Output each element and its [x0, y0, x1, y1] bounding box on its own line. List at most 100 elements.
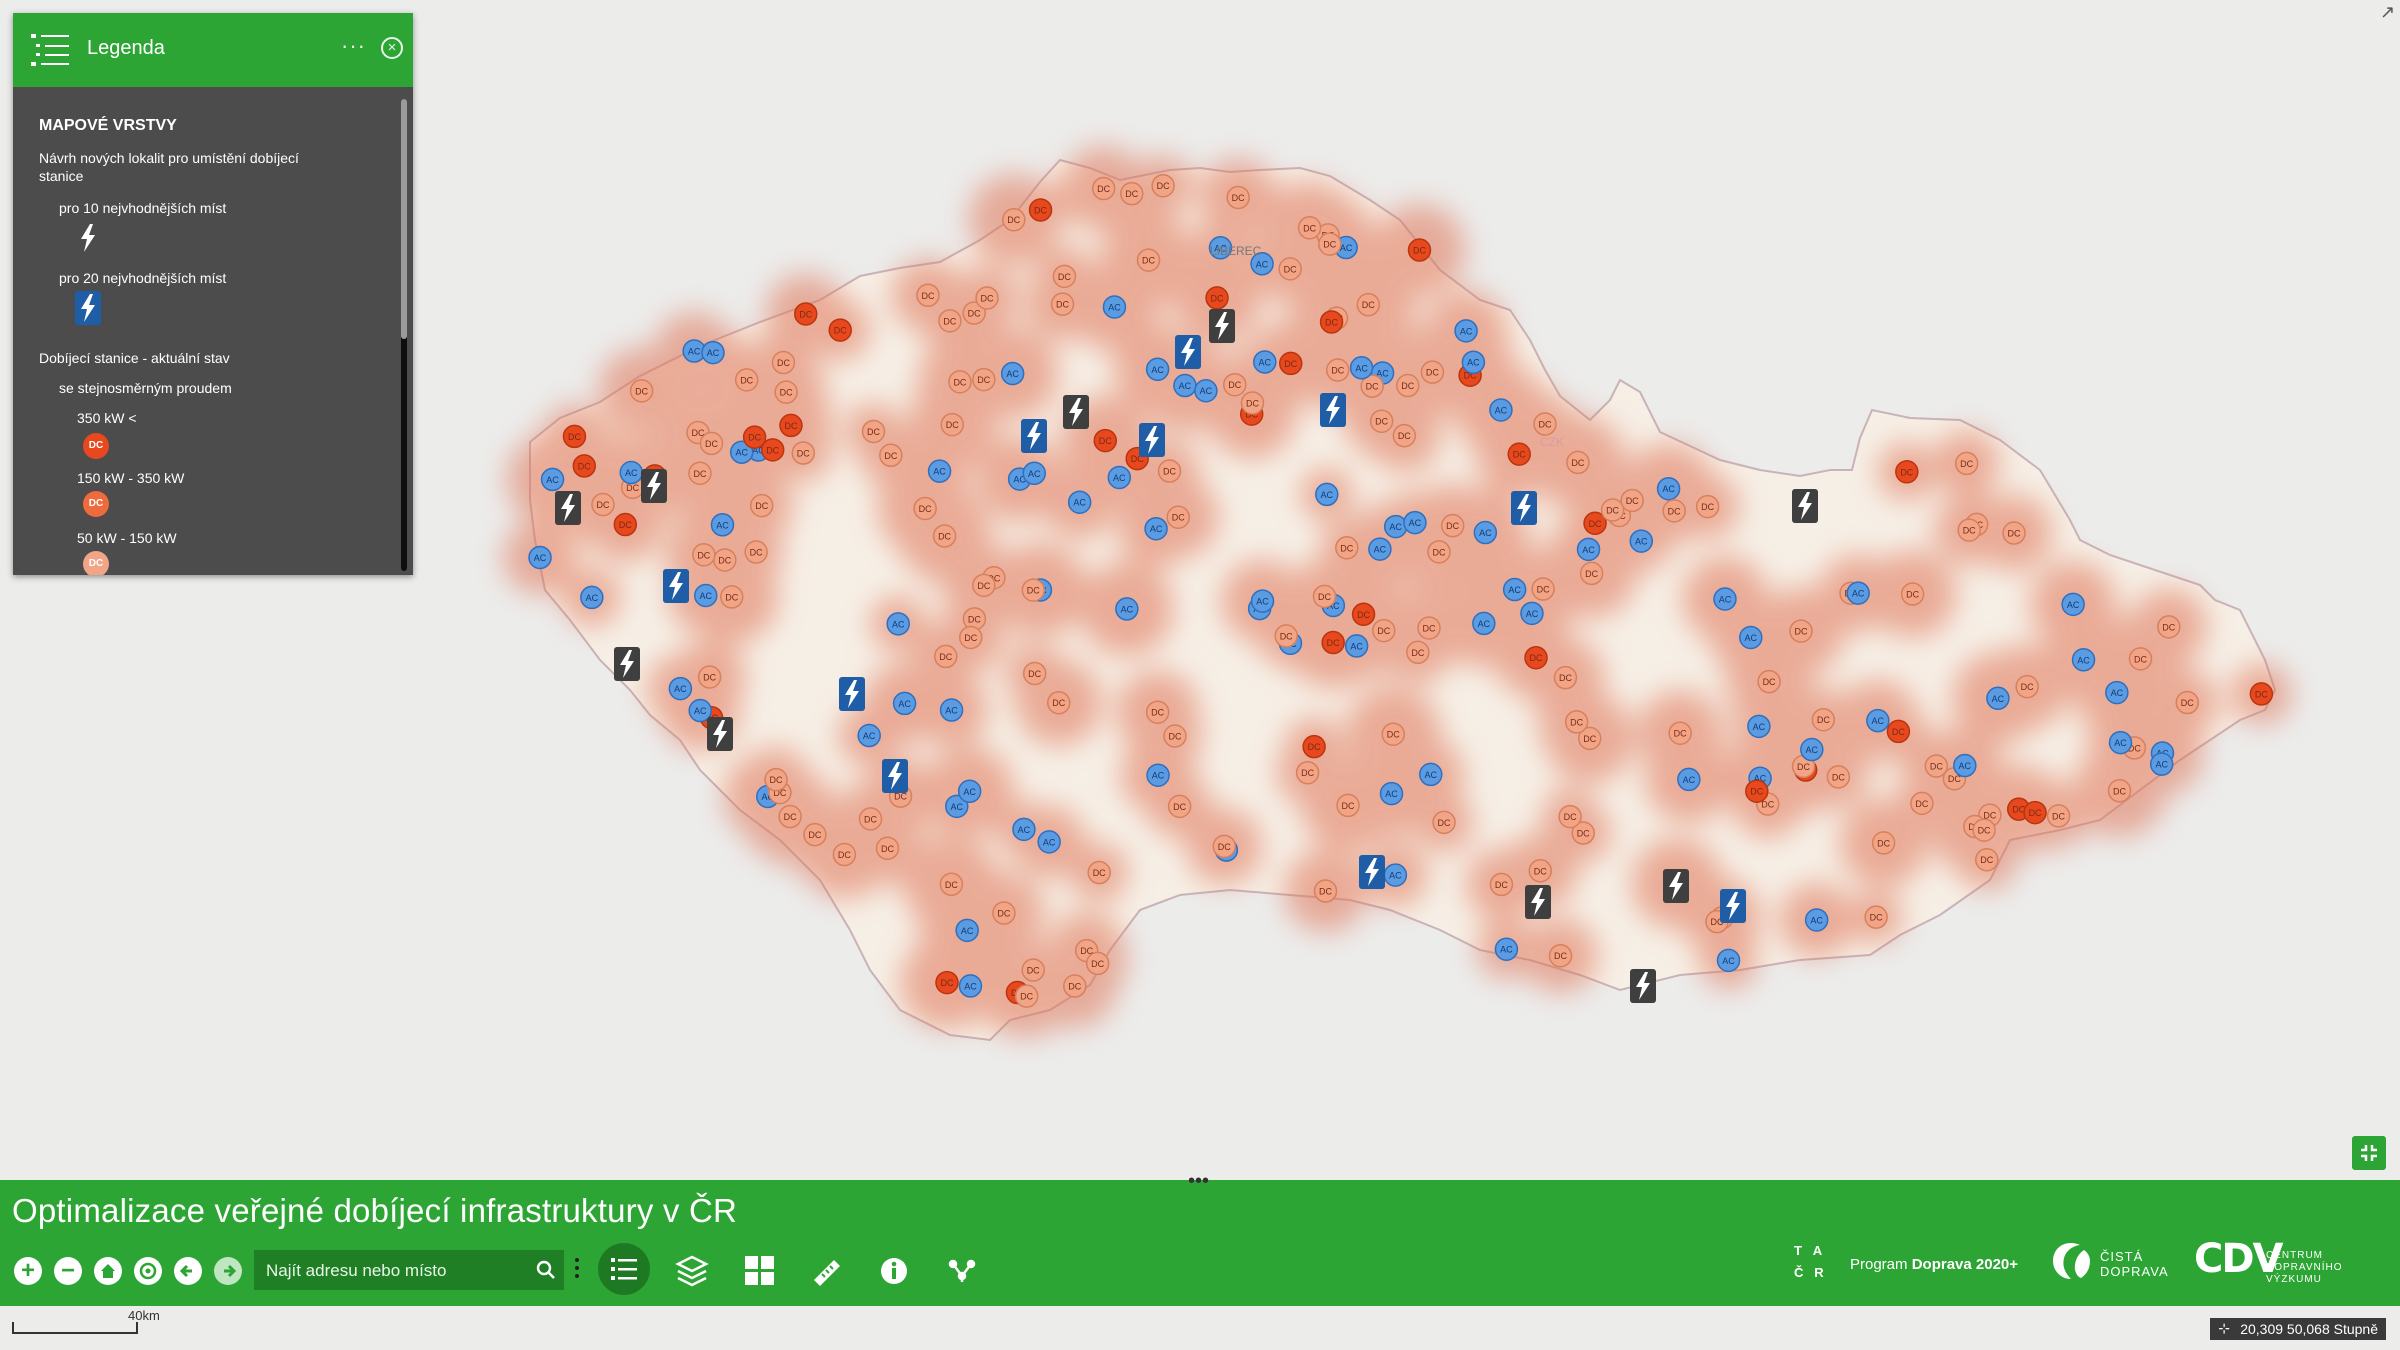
dc-station-marker[interactable]: DC	[975, 286, 999, 310]
dc-station-marker[interactable]: DC	[879, 443, 903, 468]
resize-handle[interactable]: •••	[1188, 1170, 1209, 1193]
dc-station-marker[interactable]: DC	[1620, 488, 1644, 513]
ac-station-marker[interactable]: AC	[1115, 597, 1139, 621]
dc-station-marker[interactable]: DC	[1356, 292, 1381, 317]
dc-station-marker[interactable]: DC	[2015, 674, 2039, 699]
dc-station-marker[interactable]: DC	[861, 419, 886, 444]
dc-station-marker[interactable]: DC	[972, 367, 996, 392]
ac-station-marker[interactable]: AC	[1747, 714, 1771, 739]
ac-station-marker[interactable]: AC	[1576, 537, 1601, 562]
ac-station-marker[interactable]: AC	[1677, 767, 1701, 792]
dc-station-marker[interactable]: DC	[699, 431, 724, 456]
dc-station-marker[interactable]: DC	[1528, 859, 1553, 883]
dc-station-marker[interactable]: DC	[1093, 428, 1118, 453]
ac-station-marker[interactable]: AC	[1146, 763, 1170, 787]
search-icon[interactable]	[536, 1260, 556, 1280]
proposed-site-top20-marker[interactable]	[1320, 393, 1346, 427]
proposed-site-top10-marker[interactable]	[555, 491, 581, 525]
ac-station-marker[interactable]: AC	[1804, 908, 1829, 932]
ac-station-marker[interactable]: AC	[939, 698, 964, 722]
dc-station-marker[interactable]: DC	[1087, 860, 1111, 885]
ac-station-marker[interactable]: AC	[1102, 295, 1127, 319]
layers-tool-button[interactable]	[672, 1252, 712, 1290]
ac-station-marker[interactable]: AC	[1368, 537, 1392, 561]
ac-station-marker[interactable]: AC	[580, 585, 604, 610]
dc-station-marker[interactable]: DC	[1957, 518, 1981, 542]
dc-station-marker[interactable]: DC	[1440, 513, 1465, 538]
dc-station-marker[interactable]: DC	[1223, 372, 1247, 397]
dc-station-marker[interactable]: DC	[1489, 872, 1514, 897]
dc-station-marker[interactable]: DC	[1662, 499, 1686, 523]
ac-station-marker[interactable]: AC	[955, 918, 979, 943]
dc-station-marker[interactable]: DC	[1924, 754, 1949, 778]
dc-station-marker[interactable]: DC	[1157, 459, 1182, 483]
dc-station-marker[interactable]: DC	[938, 309, 962, 333]
ac-station-marker[interactable]: AC	[1953, 753, 1977, 778]
dc-station-marker[interactable]: DC	[948, 370, 972, 394]
dc-station-marker[interactable]: DC	[572, 454, 597, 478]
proposed-site-top20-marker[interactable]	[839, 677, 865, 711]
ac-station-marker[interactable]: AC	[1866, 708, 1890, 733]
ac-station-marker[interactable]: AC	[1250, 589, 1275, 613]
ac-station-marker[interactable]: AC	[528, 545, 552, 570]
dc-station-marker[interactable]: DC	[1553, 665, 1578, 690]
dc-station-marker[interactable]: DC	[1972, 818, 1996, 842]
ac-station-marker[interactable]: AC	[1383, 863, 1408, 887]
dc-station-marker[interactable]: DC	[1028, 198, 1053, 222]
dc-station-marker[interactable]: DC	[1085, 951, 1110, 976]
ac-station-marker[interactable]: AC	[857, 723, 881, 748]
dc-station-marker[interactable]: DC	[774, 380, 798, 404]
dc-station-marker[interactable]: DC	[1900, 582, 1925, 606]
dc-station-marker[interactable]: DC	[1864, 905, 1888, 929]
dc-station-marker[interactable]: DC	[2249, 682, 2274, 706]
ac-station-marker[interactable]: AC	[1194, 378, 1218, 403]
dc-station-marker[interactable]: DC	[1811, 707, 1836, 732]
legend-scrollbar[interactable]	[401, 99, 407, 339]
dc-station-marker[interactable]: DC	[1050, 292, 1075, 316]
zoom-in-button[interactable]: +	[14, 1257, 42, 1285]
dc-station-marker[interactable]: DC	[1240, 391, 1265, 415]
dc-station-marker[interactable]: DC	[1533, 412, 1557, 436]
ac-station-marker[interactable]: AC	[1472, 611, 1496, 636]
ac-station-marker[interactable]: AC	[1349, 356, 1374, 380]
dc-station-marker[interactable]: DC	[832, 842, 857, 867]
ac-station-marker[interactable]: AC	[1656, 476, 1681, 501]
dc-station-marker[interactable]: DC	[697, 665, 722, 689]
proposed-site-top20-marker[interactable]	[1720, 889, 1746, 923]
ac-station-marker[interactable]: AC	[1379, 781, 1404, 806]
zoom-out-button[interactable]: −	[54, 1257, 82, 1285]
dc-station-marker[interactable]: DC	[1826, 765, 1851, 789]
dc-station-marker[interactable]: DC	[1975, 847, 1999, 872]
ac-station-marker[interactable]: AC	[1000, 361, 1025, 386]
basemap-tool-button[interactable]	[740, 1252, 780, 1290]
share-tool-button[interactable]	[942, 1252, 982, 1290]
dc-station-marker[interactable]: DC	[791, 441, 816, 465]
dc-station-marker[interactable]: DC	[2157, 615, 2181, 639]
dc-station-marker[interactable]: DC	[939, 872, 964, 897]
info-tool-button[interactable]	[874, 1252, 914, 1290]
dc-station-marker[interactable]: DC	[1548, 943, 1573, 968]
ac-station-marker[interactable]: AC	[957, 779, 982, 804]
ac-station-marker[interactable]: AC	[1403, 510, 1427, 535]
ac-station-marker[interactable]: AC	[1012, 817, 1036, 842]
ac-station-marker[interactable]: AC	[2071, 648, 2096, 672]
dc-station-marker[interactable]: DC	[591, 492, 615, 517]
dc-station-marker[interactable]: DC	[1063, 974, 1087, 998]
dc-station-marker[interactable]: DC	[1406, 640, 1430, 665]
proposed-site-top10-marker[interactable]	[1525, 885, 1551, 919]
dc-station-marker[interactable]: DC	[1558, 804, 1582, 829]
dc-station-marker[interactable]: DC	[1145, 700, 1170, 724]
dc-station-marker[interactable]: DC	[972, 573, 996, 598]
dc-station-marker[interactable]: DC	[875, 836, 900, 861]
proposed-site-top20-marker[interactable]	[1021, 419, 1047, 453]
dc-station-marker[interactable]: DC	[2002, 521, 2026, 545]
dc-station-marker[interactable]: DC	[1910, 791, 1934, 816]
dc-station-marker[interactable]: DC	[1524, 645, 1548, 670]
dc-station-marker[interactable]: DC	[1325, 358, 1350, 382]
dc-station-marker[interactable]: DC	[1021, 958, 1045, 982]
ac-station-marker[interactable]: AC	[1520, 601, 1544, 626]
ac-station-marker[interactable]: AC	[1800, 737, 1824, 762]
dc-station-marker[interactable]: DC	[2107, 779, 2132, 803]
proposed-site-top20-marker[interactable]	[1511, 491, 1537, 525]
proposed-site-top20-marker[interactable]	[1139, 423, 1165, 457]
